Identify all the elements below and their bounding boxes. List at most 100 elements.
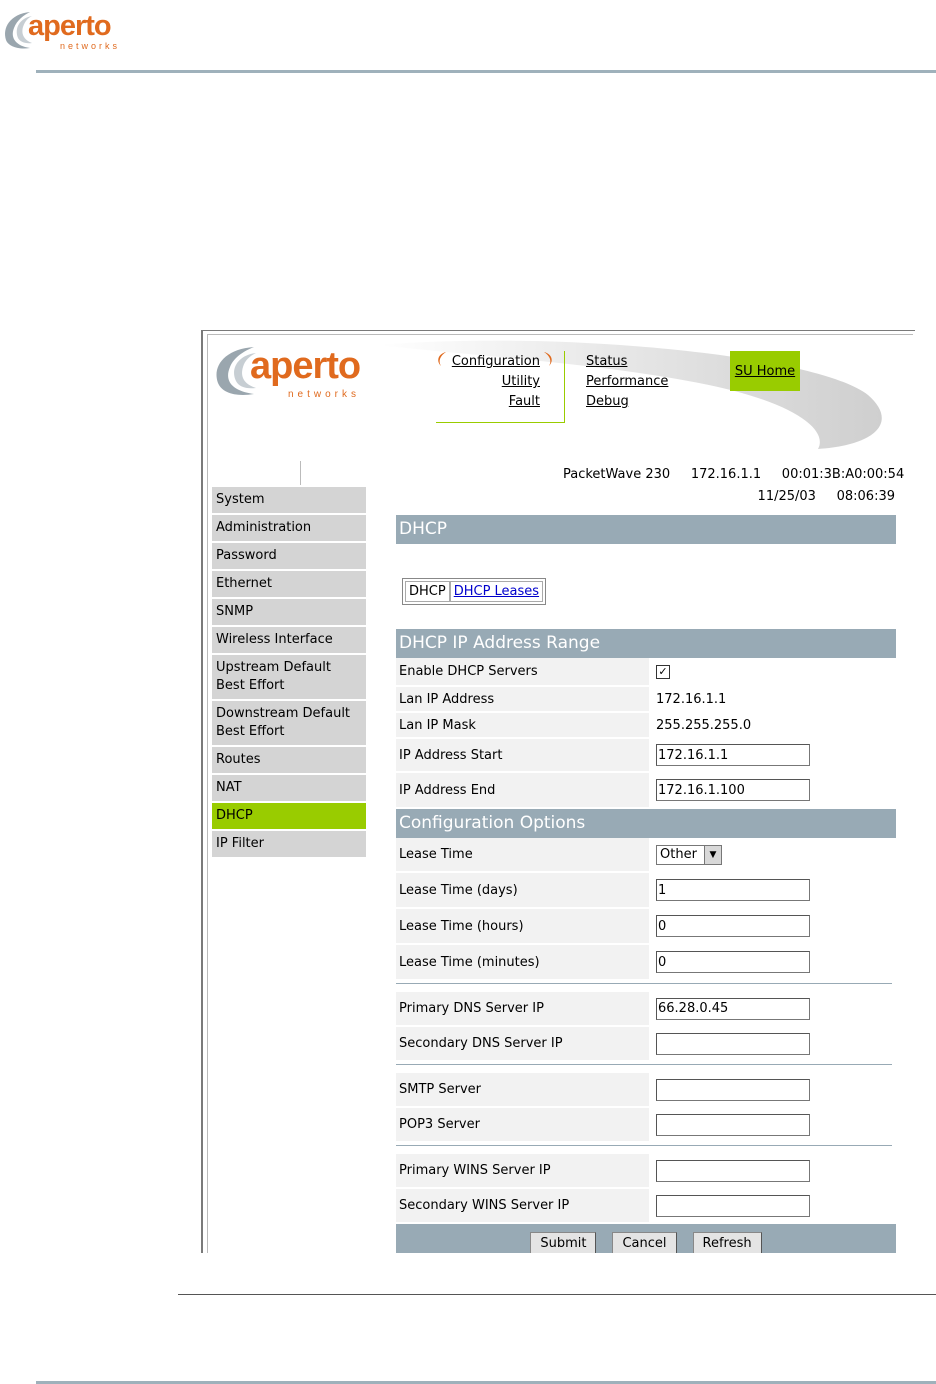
lease-time-select[interactable]: Other ▼ xyxy=(656,844,722,865)
sidebar-item-ethernet[interactable]: Ethernet xyxy=(212,571,366,599)
nav-underline xyxy=(436,422,564,423)
nav-divider xyxy=(564,351,565,423)
app-window: aperto networks Configuration Utility Fa… xyxy=(207,334,913,1253)
nav-utility-link[interactable]: Utility xyxy=(430,374,540,389)
sidebar-item-wireless-interface[interactable]: Wireless Interface xyxy=(212,627,366,655)
sidebar-item-routes[interactable]: Routes xyxy=(212,747,366,775)
row-lease-time: Lease Time Other ▼ xyxy=(396,838,896,873)
app-screenshot: aperto networks Configuration Utility Fa… xyxy=(201,330,915,1253)
nav-performance-link[interactable]: Performance xyxy=(586,374,668,389)
row-ip-start: IP Address Start xyxy=(396,739,896,773)
lan-ip-value: 172.16.1.1 xyxy=(656,691,727,707)
sidebar-item-nat[interactable]: NAT xyxy=(212,775,366,803)
button-bar: Submit Cancel Refresh xyxy=(396,1224,896,1253)
lan-mask-label: Lan IP Mask xyxy=(396,713,649,737)
ip-start-input[interactable] xyxy=(656,744,810,766)
submit-button[interactable]: Submit xyxy=(530,1231,597,1253)
row-dns1: Primary DNS Server IP xyxy=(396,992,896,1027)
app-logo-sub: networks xyxy=(288,389,361,400)
dns2-label: Secondary DNS Server IP xyxy=(396,1027,649,1060)
lease-hours-label: Lease Time (hours) xyxy=(396,909,649,943)
pop3-label: POP3 Server xyxy=(396,1108,649,1141)
row-smtp: SMTP Server xyxy=(396,1073,896,1108)
cancel-button[interactable]: Cancel xyxy=(612,1231,677,1253)
smtp-input[interactable] xyxy=(656,1078,810,1101)
device-model: PacketWave 230 xyxy=(563,467,671,482)
enable-dhcp-label: Enable DHCP Servers xyxy=(396,658,649,685)
ip-end-input[interactable] xyxy=(656,779,810,801)
main-content: DHCP DHCP DHCP Leases DHCP IP Address Ra… xyxy=(396,515,896,1253)
sidebar-item-dhcp[interactable]: DHCP xyxy=(212,803,366,831)
device-info-line: PacketWave 230 172.16.1.1 00:01:3B:A0:00… xyxy=(563,467,904,482)
su-home-box: SU Home xyxy=(730,351,800,391)
wins2-input[interactable] xyxy=(656,1194,810,1217)
refresh-button[interactable]: Refresh xyxy=(692,1231,762,1253)
row-lease-hours: Lease Time (hours) xyxy=(396,909,896,945)
nav-status-link[interactable]: Status xyxy=(586,354,627,369)
ip-end-label: IP Address End xyxy=(396,773,649,807)
lease-minutes-label: Lease Time (minutes) xyxy=(396,945,649,979)
nav-configuration-link[interactable]: Configuration xyxy=(430,354,540,369)
right-bracket-icon xyxy=(544,352,552,366)
wins1-input[interactable] xyxy=(656,1159,810,1182)
separator xyxy=(396,1145,892,1146)
row-enable-dhcp: Enable DHCP Servers ✓ xyxy=(396,658,896,687)
row-wins2: Secondary WINS Server IP xyxy=(396,1189,896,1224)
device-date: 11/25/03 xyxy=(757,489,816,504)
lan-mask-value: 255.255.255.0 xyxy=(656,717,752,733)
tab-dhcp-leases[interactable]: DHCP Leases xyxy=(449,581,544,602)
page-title: DHCP xyxy=(396,515,896,544)
row-dns2: Secondary DNS Server IP xyxy=(396,1027,896,1062)
separator xyxy=(396,1064,892,1065)
device-mac: 00:01:3B:A0:00:54 xyxy=(781,467,905,482)
sidebar-item-ip-filter[interactable]: IP Filter xyxy=(212,831,366,859)
lease-minutes-input[interactable] xyxy=(656,951,810,973)
lease-time-selected: Other xyxy=(660,847,697,862)
ip-start-label: IP Address Start xyxy=(396,739,649,771)
lease-time-label: Lease Time xyxy=(396,838,649,871)
row-lan-ip: Lan IP Address 172.16.1.1 xyxy=(396,687,896,713)
section-dhcp-ip-address-range: DHCP IP Address Range xyxy=(396,629,896,658)
enable-dhcp-checkbox[interactable]: ✓ xyxy=(656,664,670,679)
separator xyxy=(396,983,892,984)
section-configuration-options: Configuration Options xyxy=(396,809,896,838)
sidebar-item-password[interactable]: Password xyxy=(212,543,366,571)
row-lease-minutes: Lease Time (minutes) xyxy=(396,945,896,981)
lan-ip-label: Lan IP Address xyxy=(396,687,649,711)
row-lan-mask: Lan IP Mask 255.255.255.0 xyxy=(396,713,896,739)
nav-fault-link[interactable]: Fault xyxy=(430,394,540,409)
sidebar: System Administration Password Ethernet … xyxy=(212,487,366,859)
smtp-label: SMTP Server xyxy=(396,1073,649,1106)
wins1-label: Primary WINS Server IP xyxy=(396,1154,649,1187)
header-tick-divider xyxy=(300,461,301,485)
document-logo: aperto networks xyxy=(0,6,140,52)
dns2-input[interactable] xyxy=(656,1032,810,1055)
sidebar-item-administration[interactable]: Administration xyxy=(212,515,366,543)
lease-days-label: Lease Time (days) xyxy=(396,873,649,907)
su-home-link[interactable]: SU Home xyxy=(735,364,795,379)
chevron-down-icon[interactable]: ▼ xyxy=(704,845,721,864)
nav-debug-link[interactable]: Debug xyxy=(586,394,629,409)
tab-strip: DHCP DHCP Leases xyxy=(402,578,547,605)
lease-days-input[interactable] xyxy=(656,879,810,901)
lease-hours-input[interactable] xyxy=(656,915,810,937)
sidebar-item-upstream-default-best-effort[interactable]: Upstream Default Best Effort xyxy=(212,655,366,701)
row-pop3: POP3 Server xyxy=(396,1108,896,1143)
dns1-input[interactable] xyxy=(656,997,810,1020)
pop3-input[interactable] xyxy=(656,1113,810,1136)
device-ip: 172.16.1.1 xyxy=(690,467,762,482)
row-ip-end: IP Address End xyxy=(396,773,896,809)
wins2-label: Secondary WINS Server IP xyxy=(396,1189,649,1222)
sidebar-item-snmp[interactable]: SNMP xyxy=(212,599,366,627)
caption-rule xyxy=(178,1294,936,1295)
sidebar-item-system[interactable]: System xyxy=(212,487,366,515)
sidebar-item-downstream-default-best-effort[interactable]: Downstream Default Best Effort xyxy=(212,701,366,747)
top-rule xyxy=(36,70,936,73)
row-wins1: Primary WINS Server IP xyxy=(396,1154,896,1189)
row-lease-days: Lease Time (days) xyxy=(396,873,896,909)
dns1-label: Primary DNS Server IP xyxy=(396,992,649,1025)
document-logo-word: aperto xyxy=(28,10,112,42)
app-logo-word: aperto xyxy=(250,345,361,387)
device-time: 08:06:39 xyxy=(836,489,895,504)
tab-dhcp[interactable]: DHCP xyxy=(405,581,450,602)
